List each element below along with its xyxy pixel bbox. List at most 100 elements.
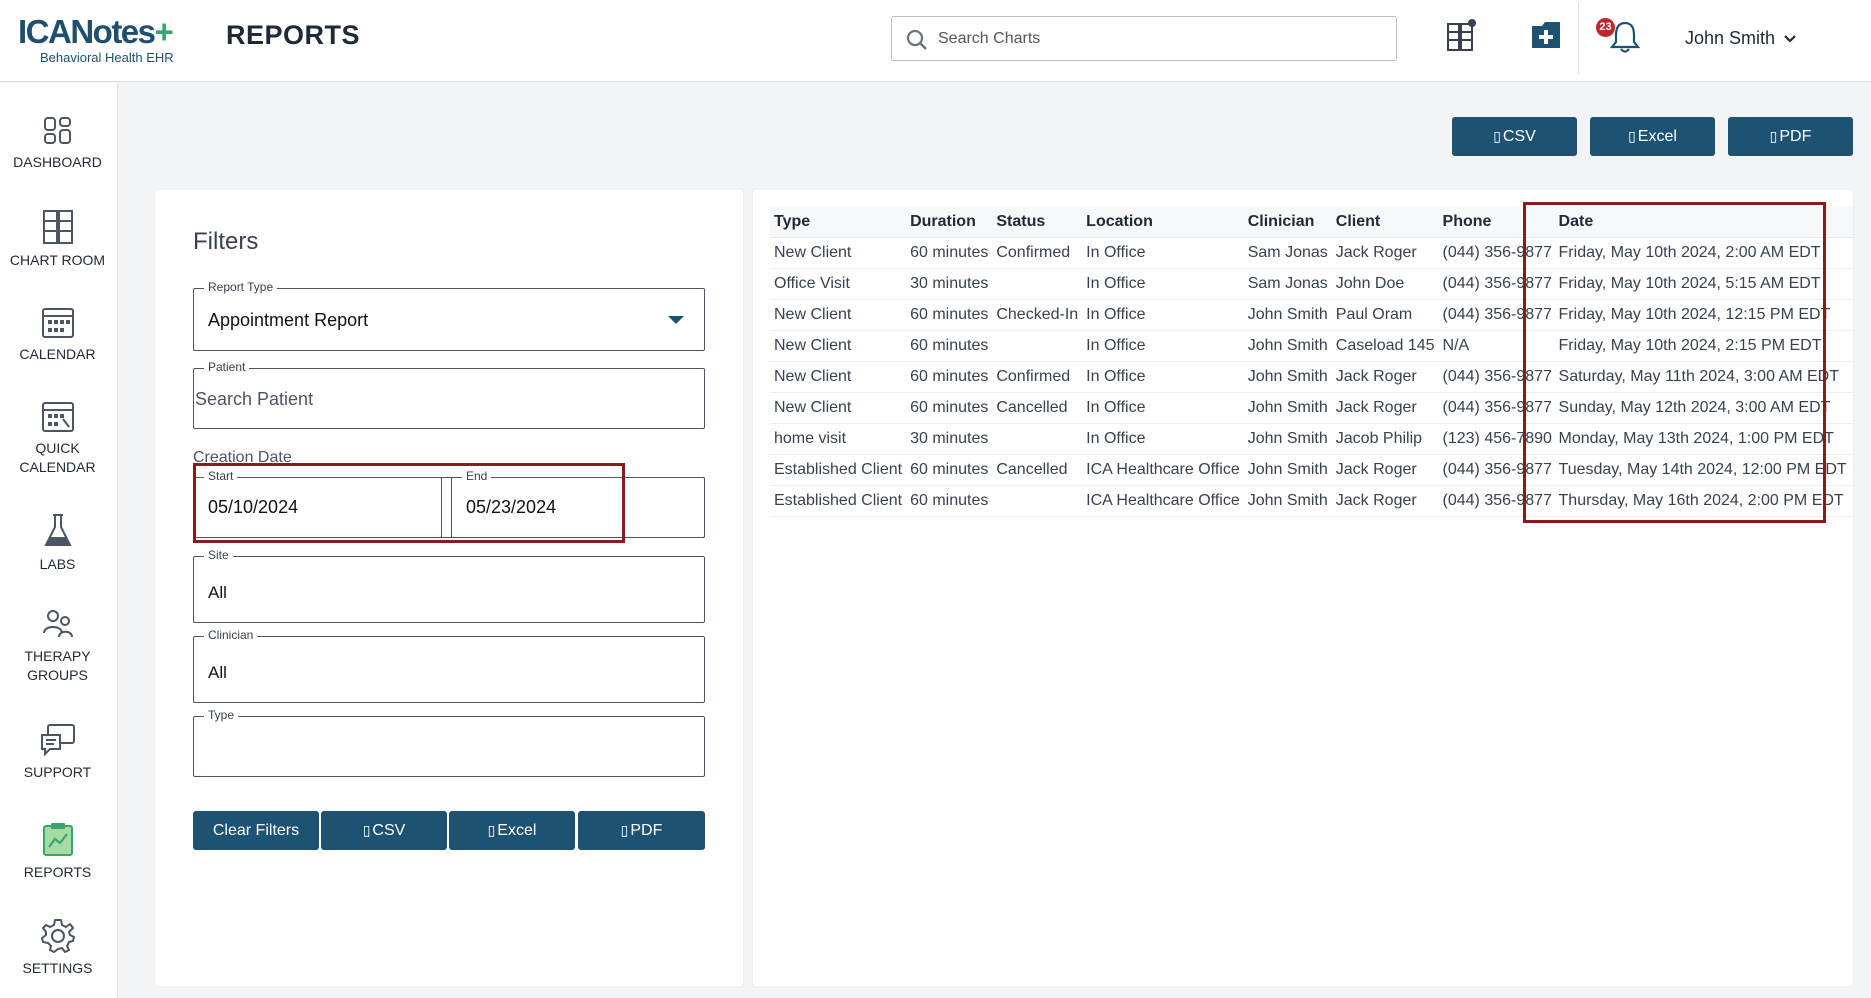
filter-csv-button[interactable]: ▯ CSV — [321, 811, 447, 850]
sidebar-item-label: CALENDAR — [19, 346, 96, 362]
cell-client: Jack Roger — [1331, 392, 1439, 424]
cell-duration: 60 minutes — [906, 330, 993, 362]
cell-status — [992, 268, 1083, 300]
cell-duration: 30 minutes — [906, 423, 993, 455]
chevron-down-icon — [1784, 34, 1796, 43]
cell-client: Paul Oram — [1331, 299, 1439, 331]
cell-status: Checked-In — [992, 299, 1083, 331]
cell-status — [992, 485, 1083, 517]
quick-calendar-icon — [41, 402, 74, 432]
cell-client: Jack Roger — [1331, 485, 1439, 517]
filter-pdf-button[interactable]: ▯ PDF — [578, 811, 705, 850]
export-excel-button[interactable]: ▯ Excel — [1590, 117, 1715, 156]
cell-duration: 60 minutes — [906, 237, 993, 269]
cell-location: In Office — [1082, 268, 1244, 300]
sidebar-item-label: CHART ROOM — [9, 252, 106, 268]
cell-location: In Office — [1082, 237, 1244, 269]
sidebar: DASHBOARD CHART ROOM CALENDAR QUICK CALE… — [0, 83, 118, 998]
sidebar-item-label-2: CALENDAR — [19, 459, 96, 475]
column-header-status[interactable]: Status — [992, 207, 1083, 238]
file-excel-icon: ▯ — [1628, 128, 1636, 144]
column-header-location[interactable]: Location — [1082, 207, 1244, 238]
sidebar-item-settings[interactable]: SETTINGS — [0, 917, 115, 978]
sidebar-item-quick-calendar[interactable]: QUICK CALENDAR — [0, 399, 115, 477]
filter-excel-button[interactable]: ▯ Excel — [449, 811, 575, 850]
export-pdf-button[interactable]: ▯ PDF — [1728, 117, 1853, 156]
patient-search-field[interactable]: Patient Search Patient — [193, 360, 705, 429]
cell-clinician: John Smith — [1243, 392, 1332, 424]
column-header-client[interactable]: Client — [1331, 207, 1439, 238]
chart-room-add-icon[interactable] — [1446, 18, 1476, 57]
medical-folder-icon[interactable] — [1530, 20, 1562, 55]
export-csv-button[interactable]: ▯ CSV — [1452, 117, 1577, 156]
flask-icon — [43, 514, 72, 546]
filters-title: Filters — [193, 228, 259, 255]
sidebar-item-therapy-groups[interactable]: THERAPY GROUPS — [0, 607, 115, 685]
site-select[interactable]: Site All — [193, 548, 705, 623]
sidebar-item-dashboard[interactable]: DASHBOARD — [0, 115, 115, 172]
report-type-label: Report Type — [204, 280, 278, 294]
column-header-clinician[interactable]: Clinician — [1243, 207, 1332, 238]
cell-clinician: Sam Jonas — [1243, 268, 1332, 300]
cell-location: ICA Healthcare Office — [1082, 454, 1244, 486]
cell-clinician: John Smith — [1243, 361, 1332, 393]
notification-badge: 23 — [1596, 18, 1615, 37]
sidebar-item-label: DASHBOARD — [13, 154, 102, 170]
site-value: All — [208, 583, 227, 602]
clinician-select[interactable]: Clinician All — [193, 628, 705, 703]
search-icon — [906, 29, 927, 50]
filters-panel: Filters Report Type Appointment Report P… — [155, 190, 743, 986]
cell-type: Established Client — [770, 454, 907, 486]
sidebar-item-chart-room[interactable]: CHART ROOM — [0, 209, 115, 270]
header-divider — [1578, 2, 1579, 74]
cell-clinician: John Smith — [1243, 423, 1332, 455]
sidebar-item-calendar[interactable]: CALENDAR — [0, 305, 115, 364]
type-select[interactable]: Type — [193, 708, 705, 777]
patient-label: Patient — [204, 360, 250, 374]
dashboard-icon — [43, 117, 71, 144]
clear-filters-button[interactable]: Clear Filters — [193, 811, 319, 850]
cell-client: Jacob Philip — [1331, 423, 1439, 455]
sidebar-item-label: QUICK — [35, 440, 80, 456]
file-excel-icon: ▯ — [487, 822, 496, 838]
column-header-duration[interactable]: Duration — [906, 207, 993, 238]
column-header-type[interactable]: Type — [770, 207, 907, 238]
file-cabinet-icon — [42, 210, 73, 244]
sidebar-item-labs[interactable]: LABS — [0, 513, 115, 574]
icanotes-logo[interactable]: ICANotes+ Behavioral Health EHR — [18, 14, 193, 66]
search-input[interactable] — [938, 26, 1378, 52]
cell-location: In Office — [1082, 361, 1244, 393]
file-csv-icon: ▯ — [1493, 128, 1501, 144]
cell-clinician: John Smith — [1243, 299, 1332, 331]
logo-text: ICANotes+ — [18, 13, 174, 50]
cell-status: Confirmed — [992, 237, 1083, 269]
search-box[interactable] — [891, 16, 1397, 61]
cell-location: ICA Healthcare Office — [1082, 485, 1244, 517]
file-pdf-icon: ▯ — [620, 822, 629, 838]
sidebar-item-label: LABS — [39, 556, 76, 572]
sidebar-item-label: REPORTS — [23, 864, 92, 880]
cell-duration: 60 minutes — [906, 392, 993, 424]
sidebar-item-label: SUPPORT — [23, 764, 92, 780]
cell-client: Caseload 145 — [1331, 330, 1439, 362]
sidebar-item-label: THERAPY — [24, 648, 91, 664]
cell-clinician: John Smith — [1243, 454, 1332, 486]
logo-subtitle: Behavioral Health EHR — [40, 50, 174, 65]
cell-type: New Client — [770, 330, 907, 362]
cell-duration: 60 minutes — [906, 454, 993, 486]
clinician-label: Clinician — [204, 628, 258, 642]
cell-status: Cancelled — [992, 454, 1083, 486]
cell-location: In Office — [1082, 330, 1244, 362]
report-type-select[interactable]: Report Type Appointment Report — [193, 280, 705, 351]
cell-client: Jack Roger — [1331, 361, 1439, 393]
sidebar-item-support[interactable]: SUPPORT — [0, 723, 115, 782]
user-menu[interactable]: John Smith — [1685, 28, 1796, 49]
type-label: Type — [204, 708, 239, 722]
cell-clinician: John Smith — [1243, 330, 1332, 362]
file-csv-icon: ▯ — [362, 822, 371, 838]
sidebar-item-reports[interactable]: REPORTS — [0, 821, 115, 882]
export-csv-label: CSV — [1502, 127, 1536, 145]
gear-icon — [40, 919, 75, 953]
cell-location: In Office — [1082, 423, 1244, 455]
calendar-icon — [41, 308, 74, 338]
